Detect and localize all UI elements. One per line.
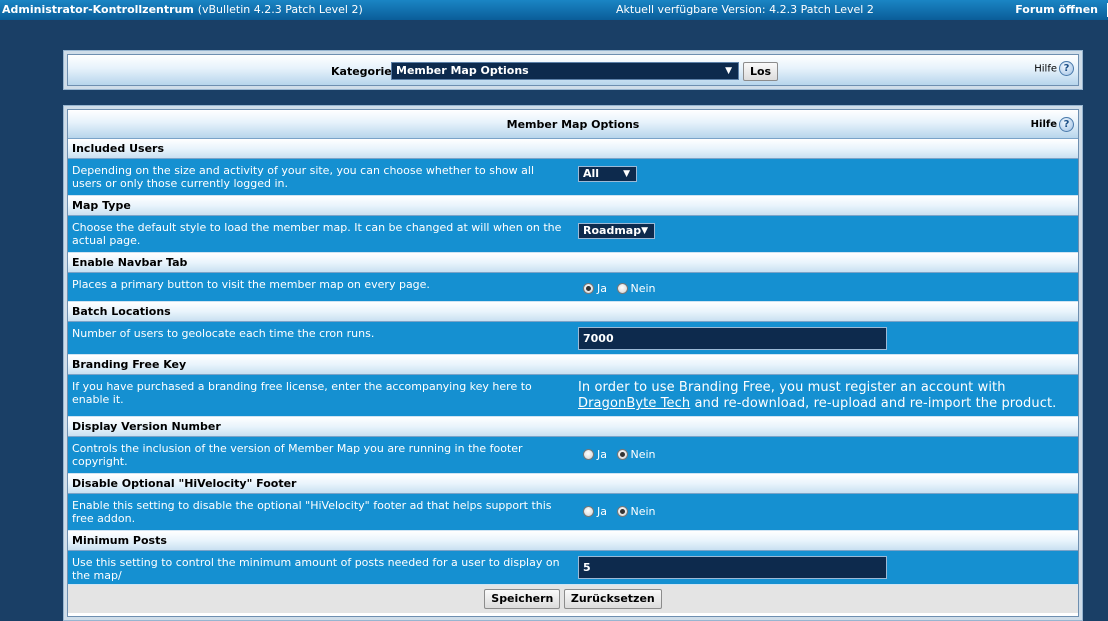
radio-button-selected[interactable]	[616, 449, 628, 460]
save-button[interactable]: Speichern	[484, 589, 561, 609]
section-batch-locations: Batch Locations	[68, 302, 1078, 322]
category-select-value: Member Map Options	[396, 64, 529, 77]
setting-description: Number of users to geolocate each time t…	[72, 327, 375, 340]
options-title-bar: Member Map Options Hilfe?	[68, 110, 1078, 139]
section-enable-navbar-tab: Enable Navbar Tab	[68, 253, 1078, 273]
setting-description: Choose the default style to load the mem…	[72, 221, 562, 247]
radio-nein[interactable]: Nein	[616, 505, 656, 518]
setting-disable-hivelocity-footer: Enable this setting to disable the optio…	[68, 494, 1078, 531]
category-help[interactable]: Hilfe?	[1034, 61, 1074, 76]
available-version: Aktuell verfügbare Version: 4.2.3 Patch …	[616, 3, 874, 16]
radio-button-selected[interactable]	[583, 283, 594, 294]
setting-minimum-posts: Use this setting to control the minimum …	[68, 551, 1078, 585]
radio-button-selected[interactable]	[616, 506, 628, 517]
app-version-subtitle: (vBulletin 4.2.3 Patch Level 2)	[197, 3, 363, 16]
dragonbyte-tech-link[interactable]: DragonByte Tech	[578, 396, 690, 411]
setting-description: If you have purchased a branding free li…	[72, 380, 532, 406]
setting-description: Controls the inclusion of the version of…	[72, 442, 523, 468]
reset-button[interactable]: Zurücksetzen	[563, 589, 662, 609]
radio-ja[interactable]: Ja	[583, 505, 607, 518]
map-type-select[interactable]: Roadmap ▼	[578, 223, 655, 239]
radio-label: Nein	[630, 448, 656, 461]
radio-label: Nein	[630, 505, 656, 518]
help-icon: ?	[1059, 61, 1074, 76]
batch-locations-input[interactable]: 7000	[578, 327, 887, 350]
radio-label: Nein	[630, 282, 656, 295]
radio-nein[interactable]: Nein	[616, 282, 656, 295]
section-branding-free-key: Branding Free Key	[68, 355, 1078, 375]
branding-message-text-end: and re-download, re-upload and re-import…	[690, 396, 1057, 411]
chevron-down-icon: ▼	[623, 169, 630, 179]
included-users-select[interactable]: All ▼	[578, 166, 637, 182]
radio-button[interactable]	[583, 506, 594, 517]
top-bar: Administrator-Kontrollzentrum (vBulletin…	[0, 0, 1108, 20]
navbar-tab-radio-group: Ja Nein	[583, 282, 656, 295]
help-icon: ?	[1059, 116, 1074, 132]
category-panel: Kategorie Member Map Options ▼ Los Hilfe…	[63, 50, 1083, 90]
setting-branding-free-key: If you have purchased a branding free li…	[68, 375, 1078, 417]
setting-included-users: Depending on the size and activity of yo…	[68, 159, 1078, 196]
section-display-version-number: Display Version Number	[68, 417, 1078, 437]
section-minimum-posts: Minimum Posts	[68, 531, 1078, 551]
branding-free-message: In order to use Branding Free, you must …	[578, 380, 1078, 412]
setting-display-version-number: Controls the inclusion of the version of…	[68, 437, 1078, 474]
select-value: Roadmap	[583, 224, 642, 237]
section-included-users: Included Users	[68, 139, 1078, 159]
setting-enable-navbar-tab: Places a primary button to visit the mem…	[68, 273, 1078, 302]
go-button[interactable]: Los	[743, 62, 778, 81]
setting-description: Places a primary button to visit the mem…	[72, 278, 430, 291]
minimum-posts-input[interactable]: 5	[578, 556, 887, 579]
radio-label: Ja	[597, 505, 607, 518]
chevron-down-icon: ▼	[725, 66, 732, 76]
options-help[interactable]: Hilfe?	[1031, 110, 1074, 139]
hivelocity-radio-group: Ja Nein	[583, 505, 656, 518]
radio-button[interactable]	[583, 449, 594, 460]
options-table: Member Map Options Hilfe? Included Users…	[67, 109, 1079, 617]
section-map-type: Map Type	[68, 196, 1078, 216]
setting-description: Depending on the size and activity of yo…	[72, 164, 535, 190]
radio-ja[interactable]: Ja	[583, 282, 607, 295]
setting-batch-locations: Number of users to geolocate each time t…	[68, 322, 1078, 355]
version-number-radio-group: Ja Nein	[583, 448, 656, 461]
category-panel-inner: Kategorie Member Map Options ▼ Los Hilfe…	[67, 54, 1079, 86]
setting-description: Use this setting to control the minimum …	[72, 556, 560, 582]
category-select[interactable]: Member Map Options ▼	[391, 62, 739, 80]
options-panel: Member Map Options Hilfe? Included Users…	[63, 105, 1083, 621]
app-title: Administrator-Kontrollzentrum (vBulletin…	[2, 3, 363, 16]
radio-button[interactable]	[616, 283, 628, 294]
help-label: Hilfe	[1034, 63, 1057, 75]
radio-label: Ja	[597, 282, 607, 295]
radio-label: Ja	[597, 448, 607, 461]
radio-nein[interactable]: Nein	[616, 448, 656, 461]
chevron-down-icon: ▼	[641, 226, 648, 236]
help-label: Hilfe	[1030, 119, 1057, 130]
setting-map-type: Choose the default style to load the mem…	[68, 216, 1078, 253]
open-forum-link[interactable]: Forum öffnen	[1015, 0, 1098, 20]
branding-message-text: In order to use Branding Free, you must …	[578, 380, 1006, 395]
category-label: Kategorie	[331, 65, 392, 78]
radio-ja[interactable]: Ja	[583, 448, 607, 461]
setting-description: Enable this setting to disable the optio…	[72, 499, 552, 525]
form-footer: Speichern Zurücksetzen	[68, 585, 1078, 613]
options-title: Member Map Options	[506, 118, 640, 131]
select-value: All	[583, 167, 600, 180]
section-disable-hivelocity-footer: Disable Optional "HiVelocity" Footer	[68, 474, 1078, 494]
